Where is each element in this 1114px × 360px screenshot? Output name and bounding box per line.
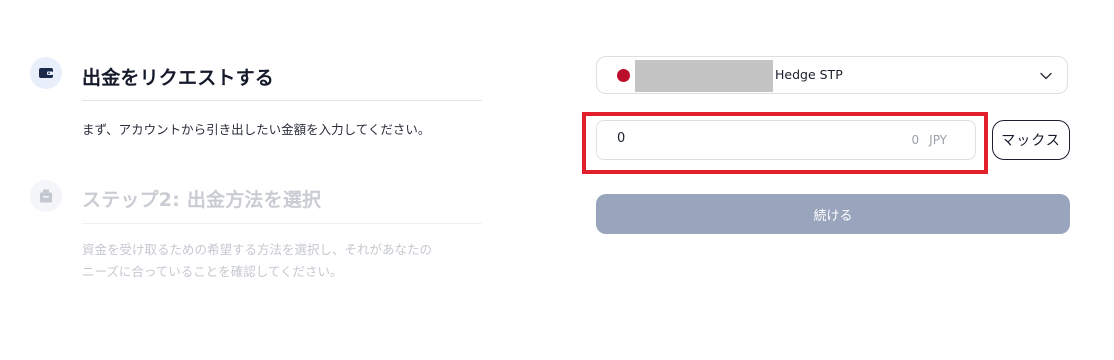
step-2-description: 資金を受け取るための希望する方法を選択し、それがあなたの ニーズに合っていること… [82, 239, 432, 283]
step-2-title: ステップ2: 出金方法を選択 [82, 189, 322, 211]
chevron-down-icon [1040, 72, 1052, 80]
amount-field[interactable]: 0 JPY [596, 120, 976, 160]
account-select[interactable]: Hedge STP [596, 56, 1068, 94]
wallet-icon [30, 57, 62, 89]
amount-input[interactable] [617, 131, 817, 146]
step-2-divider [82, 223, 482, 224]
step-1-title: 出金をリクエストする [82, 67, 275, 89]
step-1-divider [82, 100, 482, 101]
redacted-account-number [635, 60, 773, 92]
step-1-description: まず、アカウントから引き出したい金額を入力してください。 [82, 122, 431, 137]
max-button[interactable]: マックス [992, 120, 1070, 160]
account-type-label: Hedge STP [775, 67, 843, 82]
japan-flag-icon [617, 69, 630, 82]
step-2-description-line-1: 資金を受け取るための希望する方法を選択し、それがあなたの [82, 242, 433, 257]
step-2-description-line-2: ニーズに合っていることを確認してください。 [82, 264, 343, 279]
amount-conversion: 0 JPY [912, 133, 947, 147]
bank-building-icon [30, 180, 62, 212]
currency-code: JPY [929, 133, 947, 147]
continue-button[interactable]: 続ける [596, 194, 1070, 234]
converted-amount: 0 [911, 133, 920, 147]
